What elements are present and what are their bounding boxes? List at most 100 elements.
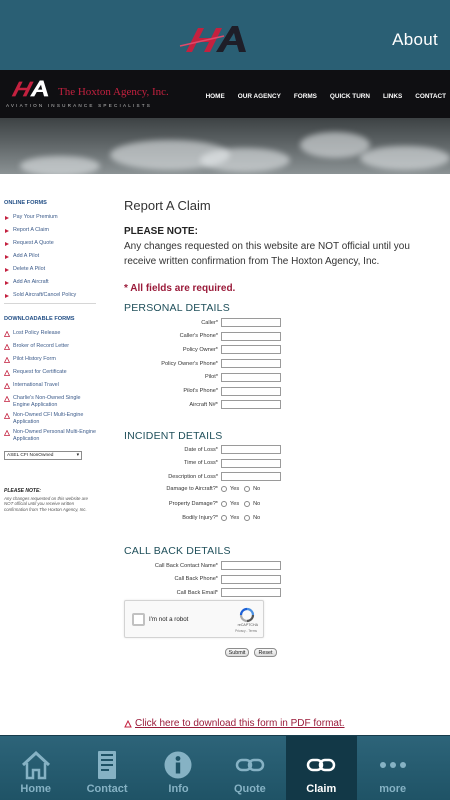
field-label: Description of Loss* xyxy=(168,473,218,480)
radio-yes[interactable] xyxy=(221,500,227,507)
sidebar-item[interactable]: Pay Your Premium xyxy=(0,212,100,225)
sidebar-item[interactable]: Non-Owned CFI Multi-Engine Application xyxy=(0,410,100,427)
sidebar-item[interactable]: Report A Claim xyxy=(0,225,100,238)
submit-button[interactable]: Submit xyxy=(225,648,249,657)
sidebar-item[interactable]: Pilot History Form xyxy=(0,354,100,367)
recaptcha-checkbox[interactable] xyxy=(132,613,145,626)
please-note-body: Any changes requested on this website ar… xyxy=(124,241,410,267)
field-label: Policy Owner* xyxy=(182,346,218,353)
pdf-download-link[interactable]: Click here to download this form in PDF … xyxy=(124,718,345,729)
sidebar-item[interactable]: International Travel xyxy=(0,380,100,393)
pdf-download-label[interactable]: Click here to download this form in PDF … xyxy=(135,718,345,729)
form-row: Caller* xyxy=(124,318,281,327)
form-row: Description of Loss* xyxy=(124,472,281,482)
downloadable-forms-heading: DOWNLOADABLE FORMS xyxy=(4,316,75,322)
field-label: Caller's Phone* xyxy=(179,333,218,340)
pdf-icon xyxy=(4,331,10,337)
text-input[interactable] xyxy=(221,359,281,369)
tab-claim[interactable]: Claim xyxy=(285,736,357,800)
text-input[interactable] xyxy=(221,331,281,341)
sidebar-note-title: PLEASE NOTE: xyxy=(4,487,41,494)
tab-more-label: more xyxy=(379,783,407,795)
text-input[interactable] xyxy=(221,400,281,410)
link-icon xyxy=(307,758,336,772)
sidebar: ONLINE FORMS Pay Your Premium Report A Cl… xyxy=(0,188,100,512)
sidebar-item-label: Add A Pilot xyxy=(13,253,40,259)
personal-details-title: PERSONAL DETAILS xyxy=(124,302,230,314)
pdf-icon xyxy=(4,383,10,389)
field-label: Call Back Phone* xyxy=(174,576,218,583)
text-input[interactable] xyxy=(221,458,281,468)
pdf-icon xyxy=(4,430,10,437)
online-forms-list: Pay Your Premium Report A Claim Request A … xyxy=(0,212,100,303)
arrow-bullet-icon xyxy=(5,216,9,220)
nav-our-agency[interactable]: OUR AGENCY xyxy=(238,93,281,100)
tab-contact[interactable]: Contact xyxy=(71,736,142,800)
radio-yes-label: Yes xyxy=(230,515,240,521)
yes-no-radio-group: Yes No xyxy=(221,515,263,521)
field-label: Call Back Email* xyxy=(176,589,218,596)
text-input[interactable] xyxy=(221,561,281,570)
recaptcha-links[interactable]: Privacy - Terms xyxy=(235,629,257,633)
nav-home[interactable]: HOME xyxy=(206,93,225,100)
field-label: Policy Owner's Phone* xyxy=(161,360,218,367)
tab-home[interactable]: Home xyxy=(0,736,71,800)
reset-button[interactable]: Reset xyxy=(254,648,277,657)
sidebar-item[interactable]: Add A Pilot xyxy=(0,251,100,264)
text-input[interactable] xyxy=(221,318,281,327)
tab-more[interactable]: more xyxy=(357,736,428,800)
sidebar-item[interactable]: Add An Aircraft xyxy=(0,277,100,290)
sidebar-item[interactable]: Broker of Record Letter xyxy=(0,341,100,354)
yes-no-radio-group: Yes No xyxy=(221,486,263,492)
nav-forms[interactable]: FORMS xyxy=(294,93,317,100)
text-input[interactable] xyxy=(221,588,281,598)
select-value: ASEL CFI NonOwned xyxy=(7,452,54,458)
form-row: Call Back Phone* xyxy=(124,574,281,584)
radio-no[interactable] xyxy=(244,500,251,507)
sidebar-item[interactable]: Lost Policy Release xyxy=(0,328,100,341)
sidebar-item[interactable]: Request A Quote xyxy=(0,238,100,251)
sidebar-item-label: Non-Owned Personal Multi-Engine Applicat… xyxy=(13,429,96,442)
radio-yes[interactable] xyxy=(221,515,227,521)
sidebar-item[interactable]: Sold Aircraft/Cancel Policy xyxy=(0,290,100,303)
radio-no[interactable] xyxy=(244,486,251,492)
home-icon xyxy=(21,750,50,780)
nav-quick-turn[interactable]: QUICK TURN xyxy=(330,93,370,100)
text-input[interactable] xyxy=(221,472,281,482)
sidebar-item-label: Report A Claim xyxy=(13,227,49,233)
sidebar-item[interactable]: Non-Owned Personal Multi-Engine Applicat… xyxy=(0,427,100,444)
sidebar-item-label: Add An Aircraft xyxy=(13,279,49,285)
field-label: Time of Loss* xyxy=(184,460,218,467)
cloud-banner xyxy=(0,118,450,174)
text-input[interactable] xyxy=(221,345,281,355)
site-tagline: AVIATION INSURANCE SPECIALISTS xyxy=(6,103,152,108)
radio-no[interactable] xyxy=(244,515,251,521)
radio-yes-label: Yes xyxy=(230,500,240,507)
tab-claim-label: Claim xyxy=(306,783,337,795)
contact-icon xyxy=(98,751,117,779)
tab-quote[interactable]: Quote xyxy=(214,736,285,800)
text-input[interactable] xyxy=(221,372,281,382)
pdf-icon xyxy=(124,719,132,727)
text-input[interactable] xyxy=(221,445,281,454)
info-icon xyxy=(164,751,192,779)
form-row: Damage to Aircraft?* Yes No xyxy=(124,486,263,492)
sidebar-item[interactable]: Charlie's Non-Owned Single Engine Applic… xyxy=(0,393,100,410)
text-input[interactable] xyxy=(221,574,281,584)
radio-yes[interactable] xyxy=(221,486,227,492)
tab-info[interactable]: Info xyxy=(143,736,214,800)
nav-links[interactable]: LINKS xyxy=(383,93,402,100)
aircraft-type-select[interactable]: ASEL CFI NonOwned ▾ xyxy=(4,450,82,460)
sidebar-item-label: International Travel xyxy=(13,382,59,388)
form-row: Bodily Injury?* Yes No xyxy=(124,515,263,521)
link-icon xyxy=(235,758,265,772)
sidebar-item[interactable]: Delete A Pilot xyxy=(0,264,100,277)
sidebar-item[interactable]: Request for Certificate xyxy=(0,367,100,380)
sidebar-note-text: Any changes requested on this website ar… xyxy=(4,495,88,512)
nav-contact[interactable]: CONTACT xyxy=(415,93,446,100)
tab-contact-label: Contact xyxy=(86,783,128,795)
form-row: Pilot* xyxy=(124,372,281,382)
main-content: Report A Claim PLEASE NOTE: Any changes … xyxy=(124,198,434,294)
text-input[interactable] xyxy=(221,386,281,396)
about-button[interactable]: About xyxy=(392,30,438,50)
